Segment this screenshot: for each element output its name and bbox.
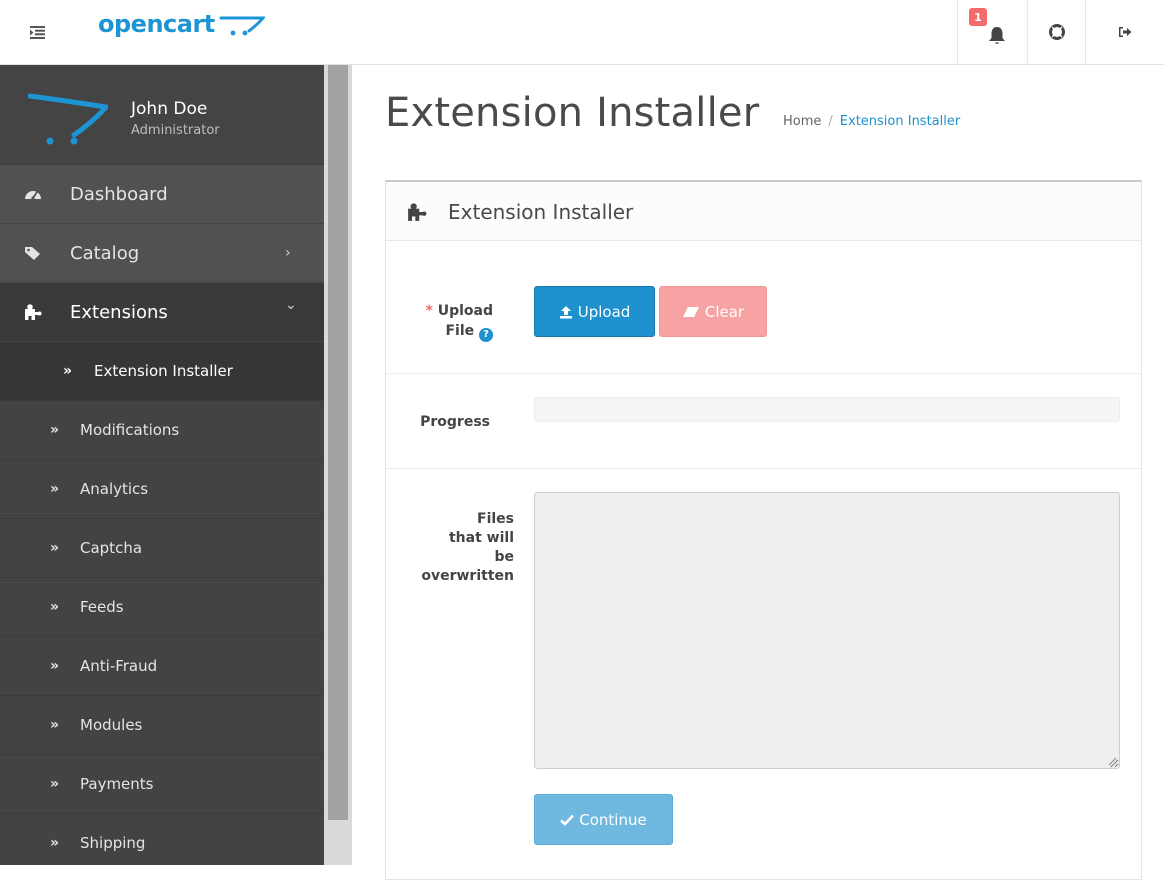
overwritten-files-textarea[interactable] [534,492,1120,769]
extension-installer-panel: Extension Installer * Upload File ? Uplo… [385,180,1142,880]
breadcrumb-home-link[interactable]: Home [783,114,821,129]
question-circle-icon[interactable]: ? [479,328,493,342]
overwrite-label-line: overwritten [421,568,514,584]
breadcrumb-current-link[interactable]: Extension Installer [840,114,960,129]
panel-title: Extension Installer [448,200,634,224]
continue-button-label: Continue [579,810,647,829]
sidebar-subitem-anti-fraud[interactable]: » Anti-Fraud [0,637,324,696]
sidebar-subitem-analytics[interactable]: » Analytics [0,460,324,519]
sidebar-subitem-modules[interactable]: » Modules [0,696,324,755]
upload-label-line2: File [445,323,475,339]
sidebar-subitem-label: Payments [80,775,154,793]
dashboard-icon [25,191,41,200]
panel-heading: Extension Installer [386,182,1141,241]
sidebar-item-extensions[interactable]: Extensions ⌄ [0,283,324,342]
sidebar-subitem-label: Modifications [80,421,180,439]
bell-icon [988,27,1005,44]
breadcrumb: Home / Extension Installer [783,114,960,129]
sidebar-subitem-label: Analytics [80,480,149,498]
double-angle-right-icon: » [50,599,60,615]
profile-role: Administrator [131,123,220,138]
breadcrumb-separator: / [828,114,833,129]
sidebar-subitem-modifications[interactable]: » Modifications [0,401,324,460]
sidebar-subitem-label: Shipping [80,834,146,852]
page-title: Extension Installer [385,90,760,136]
sidebar-item-catalog[interactable]: Catalog › [0,224,324,283]
sign-out-icon [1119,27,1132,37]
row-divider [386,373,1141,374]
puzzle-icon [25,304,42,320]
row-divider [386,468,1141,469]
clear-button[interactable]: Clear [659,286,767,337]
sidebar: John Doe Administrator Dashboard Catalog… [0,65,324,865]
logout-button[interactable] [1085,0,1164,64]
double-angle-right-icon: » [50,540,60,556]
cart-logo-icon [219,16,265,36]
notifications-button[interactable]: 1 [957,0,1027,64]
clear-button-label: Clear [704,302,745,321]
double-angle-right-icon: » [50,835,60,851]
eraser-icon [682,306,699,317]
double-angle-right-icon: » [50,658,60,674]
overwrite-label-line: that will [448,530,514,546]
sidebar-subitem-label: Anti-Fraud [80,657,158,675]
overwrite-label-line: Files [477,511,514,527]
opencart-cart-icon [28,93,108,145]
sidebar-subitem-captcha[interactable]: » Captcha [0,519,324,578]
sidebar-subitem-label: Modules [80,716,143,734]
double-angle-right-icon: » [50,422,60,438]
upload-button[interactable]: Upload [534,286,655,337]
menu-toggle-icon [29,25,45,39]
double-angle-right-icon: » [50,776,60,792]
chevron-down-icon: ⌄ [285,297,297,313]
sidebar-subitem-shipping[interactable]: » Shipping [0,814,324,865]
continue-button[interactable]: Continue [534,794,673,845]
help-button[interactable] [1027,0,1085,64]
lifebuoy-icon [1048,24,1065,40]
progress-bar [534,397,1120,422]
sidebar-subitem-label: Extension Installer [94,362,233,380]
sidebar-item-label: Extensions [70,301,168,323]
sidebar-subitem-extension-installer[interactable]: » Extension Installer [0,342,324,401]
notification-badge: 1 [969,8,987,26]
logo-text: opencart [98,10,215,38]
check-icon [560,814,575,826]
double-angle-right-icon: » [63,363,73,379]
chevron-right-icon: › [285,245,291,261]
upload-button-label: Upload [577,302,631,321]
upload-file-label: * Upload File ? [408,303,493,342]
sidebar-subitem-payments[interactable]: » Payments [0,755,324,814]
sidebar-subitem-feeds[interactable]: » Feeds [0,578,324,637]
resize-grip-icon[interactable] [1107,756,1117,766]
profile-name: John Doe [131,99,208,119]
progress-label: Progress [420,414,490,430]
opencart-logo[interactable]: opencart [98,10,265,38]
user-profile[interactable]: John Doe Administrator [0,65,324,165]
double-angle-right-icon: » [50,717,60,733]
sidebar-item-label: Dashboard [70,183,168,205]
sidebar-subitem-label: Feeds [80,598,124,616]
sidebar-item-label: Catalog [70,242,140,264]
tags-icon [25,247,40,260]
files-overwritten-label: Files that will be overwritten [408,510,514,586]
sidebar-subitem-label: Captcha [80,539,143,557]
sidebar-scrollbar-thumb[interactable] [328,65,348,820]
puzzle-icon [408,203,427,221]
upload-icon [559,305,572,318]
required-mark: * [425,303,433,319]
upload-label-line1: Upload [437,303,493,319]
menu-toggle-button[interactable] [0,0,74,64]
sidebar-item-dashboard[interactable]: Dashboard [0,165,324,224]
top-header: opencart 1 [0,0,1164,65]
overwrite-label-line: be [494,549,514,565]
double-angle-right-icon: » [50,481,60,497]
